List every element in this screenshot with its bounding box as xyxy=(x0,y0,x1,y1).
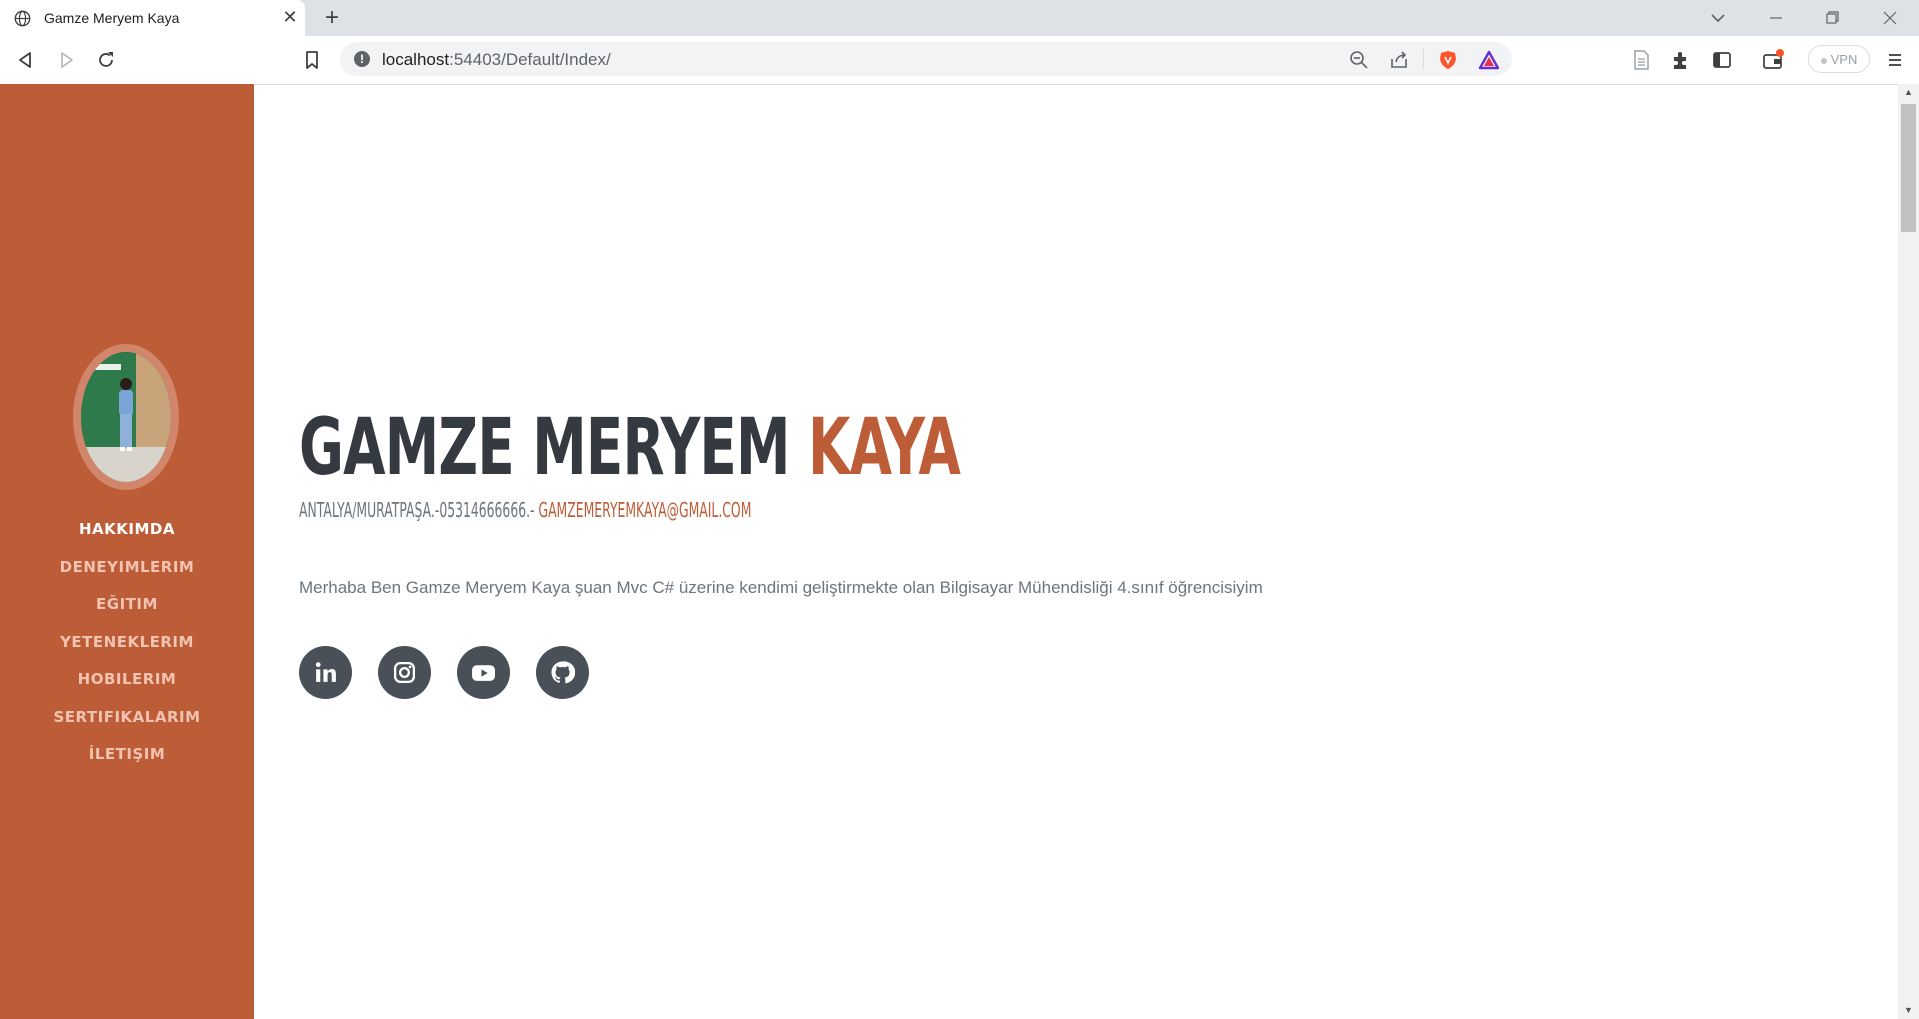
address-text: ANTALYA/MURATPAŞA.-05314666666.- xyxy=(299,498,535,522)
email-link[interactable]: GAMZEMERYEMKAYA@GMAIL.COM xyxy=(538,498,751,522)
vpn-label: VPN xyxy=(1830,52,1858,67)
brave-shields-icon[interactable] xyxy=(1437,49,1459,71)
nav-item-yeteneklerim[interactable]: YETENEKLERIM xyxy=(0,624,254,662)
tab-close-icon[interactable]: ✕ xyxy=(280,7,300,27)
sidebar-nav: HAKKIMDA DENEYIMLERIM EĞITIM YETENEKLERI… xyxy=(0,511,254,774)
browser-tab[interactable]: Gamze Meryem Kaya ✕ xyxy=(0,0,305,36)
forward-icon[interactable] xyxy=(54,48,78,72)
page-scrollbar[interactable]: ▲ ▼ xyxy=(1898,84,1919,1019)
brave-rewards-icon[interactable] xyxy=(1478,49,1500,71)
vpn-button[interactable]: VPN xyxy=(1808,45,1870,73)
youtube-icon xyxy=(472,665,495,681)
share-icon[interactable] xyxy=(1388,49,1410,71)
first-name: GAMZE MERYEM xyxy=(299,403,791,493)
site-info-icon[interactable]: ! xyxy=(354,51,370,67)
tab-title: Gamze Meryem Kaya xyxy=(44,10,180,26)
tab-search-icon[interactable] xyxy=(1706,6,1730,30)
instagram-icon xyxy=(393,661,416,684)
youtube-button[interactable] xyxy=(457,646,510,699)
browser-tab-bar: Gamze Meryem Kaya ✕ + xyxy=(0,0,1919,36)
scroll-down-icon[interactable]: ▼ xyxy=(1904,1005,1913,1015)
nav-item-iletisim[interactable]: İLETIŞIM xyxy=(0,736,254,774)
github-icon xyxy=(551,661,575,684)
globe-icon xyxy=(14,10,31,27)
restore-icon[interactable] xyxy=(1820,6,1844,30)
url-host: localhost xyxy=(382,50,450,69)
linkedin-button[interactable] xyxy=(299,646,352,699)
profile-photo-icon xyxy=(81,352,171,482)
nav-item-deneyimlerim[interactable]: DENEYIMLERIM xyxy=(0,549,254,587)
sidebar-toggle-icon[interactable] xyxy=(1711,49,1733,71)
extensions-icon[interactable] xyxy=(1670,49,1692,71)
browser-toolbar: ! localhost:54403/Default/Index/ VPN xyxy=(0,36,1919,85)
wallet-icon[interactable] xyxy=(1762,49,1784,71)
back-icon[interactable] xyxy=(14,48,38,72)
page-title: GAMZE MERYEM KAYA xyxy=(299,403,961,493)
page-viewport: HAKKIMDA DENEYIMLERIM EĞITIM YETENEKLERI… xyxy=(0,84,1919,1019)
zoom-icon[interactable] xyxy=(1348,49,1370,71)
github-button[interactable] xyxy=(536,646,589,699)
reload-icon[interactable] xyxy=(94,48,118,72)
minimize-icon[interactable] xyxy=(1764,6,1788,30)
omnibox-divider xyxy=(1423,49,1424,69)
url-path: :54403/Default/Index/ xyxy=(449,50,611,69)
bookmark-icon[interactable] xyxy=(300,48,324,72)
nav-item-egitim[interactable]: EĞITIM xyxy=(0,586,254,624)
contact-line: ANTALYA/MURATPAŞA.-05314666666.- GAMZEME… xyxy=(299,498,751,522)
nav-item-sertifikalarim[interactable]: SERTIFIKALARIM xyxy=(0,699,254,737)
new-tab-icon[interactable]: + xyxy=(318,4,346,32)
nav-item-hakkimda[interactable]: HAKKIMDA xyxy=(0,511,254,549)
sidebar: HAKKIMDA DENEYIMLERIM EĞITIM YETENEKLERI… xyxy=(0,84,254,1019)
linkedin-icon xyxy=(315,662,336,682)
instagram-button[interactable] xyxy=(378,646,431,699)
reader-mode-icon[interactable] xyxy=(1630,49,1652,71)
last-name: KAYA xyxy=(808,403,961,493)
avatar xyxy=(73,344,179,490)
address-bar[interactable]: ! localhost:54403/Default/Index/ xyxy=(340,42,1512,76)
nav-item-hobilerim[interactable]: HOBILERIM xyxy=(0,661,254,699)
intro-text: Merhaba Ben Gamze Meryem Kaya şuan Mvc C… xyxy=(299,578,1263,597)
scroll-up-icon[interactable]: ▲ xyxy=(1904,87,1913,97)
scrollbar-thumb[interactable] xyxy=(1901,104,1916,232)
vpn-status-dot xyxy=(1820,57,1827,64)
url-text[interactable]: localhost:54403/Default/Index/ xyxy=(382,50,611,70)
menu-icon[interactable] xyxy=(1884,49,1906,71)
close-window-icon[interactable] xyxy=(1878,6,1902,30)
